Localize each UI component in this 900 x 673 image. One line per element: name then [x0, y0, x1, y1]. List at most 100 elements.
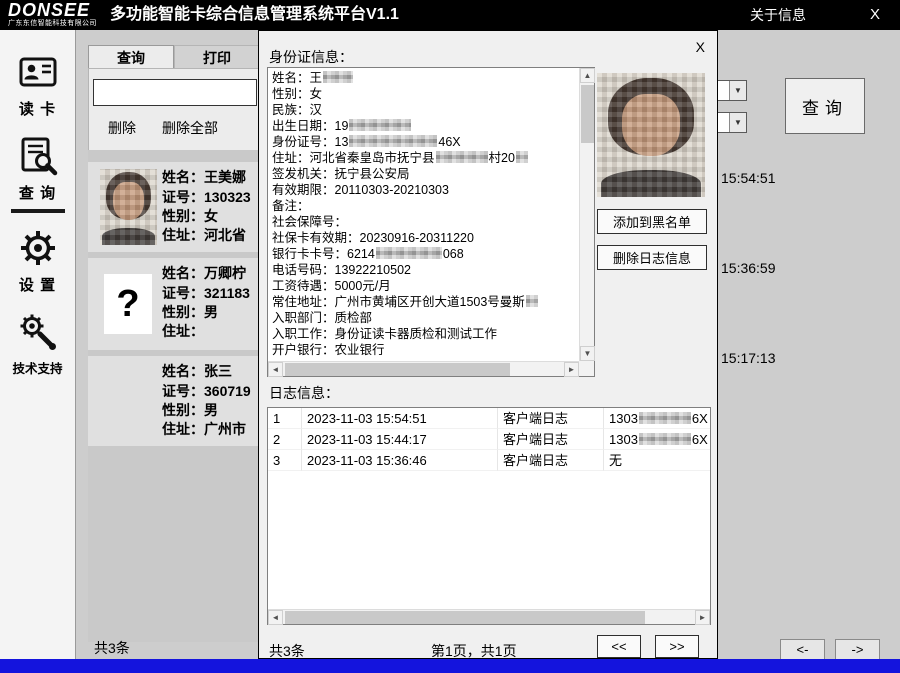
- scroll-left-icon[interactable]: ◄: [268, 610, 283, 625]
- scroll-right-icon[interactable]: ►: [564, 362, 579, 377]
- redacted-text: [639, 433, 691, 445]
- id-info-line: 住址：河北省秦皇岛市抚宁县村20: [272, 150, 576, 166]
- log-rows: 1 2023-11-03 15:54:51 客户端日志 13036X 2 202…: [268, 408, 710, 609]
- text-segment: 签发机关：抚宁县公安局: [272, 167, 410, 181]
- window-close-button[interactable]: X: [870, 0, 880, 30]
- dialog-close-button[interactable]: X: [696, 39, 705, 55]
- gender-label: 性别：: [162, 208, 204, 224]
- dropdown-arrow-icon[interactable]: ▼: [729, 113, 746, 132]
- active-item-indicator: [11, 209, 65, 213]
- next-record-button[interactable]: ->: [835, 639, 880, 660]
- gender-label: 性别：: [162, 304, 204, 320]
- text-segment: 入职部门：质检部: [272, 311, 372, 325]
- log-row[interactable]: 3 2023-11-03 15:36:46 客户端日志 无: [268, 450, 710, 471]
- window-title: 多功能智能卡综合信息管理系统平台V1.1: [110, 0, 399, 30]
- delete-button[interactable]: 删除: [97, 117, 147, 139]
- id-info-line: 工资待遇：5000元/月: [272, 278, 576, 294]
- gender-value: 女: [204, 208, 218, 224]
- id-info-line: 性别：女: [272, 86, 576, 102]
- record-row[interactable]: 姓名：王美娜 证号：130323 性别：女 住址：河北省: [88, 162, 260, 252]
- sidebar-item-tech-support[interactable]: 技术支持: [0, 312, 75, 377]
- text-segment: 备注：: [272, 199, 310, 213]
- sidebar-item-label: 技术支持: [0, 358, 75, 377]
- text-segment: 民族：汉: [272, 103, 322, 117]
- tab-print[interactable]: 打印: [174, 45, 260, 69]
- log-row-time: 2023-11-03 15:36:46: [302, 450, 498, 471]
- donsee-logo: DONSEE 广东东信智能科技有限公司: [8, 1, 97, 28]
- name-value: 王美娜: [204, 169, 246, 185]
- prev-record-button[interactable]: <-: [780, 639, 825, 660]
- record-row[interactable]: 姓名：张三 证号：360719 性别：男 住址：广州市: [88, 356, 260, 446]
- scroll-up-icon[interactable]: ▲: [580, 68, 595, 83]
- sidebar-item-query[interactable]: 查 询: [0, 136, 75, 213]
- sidebar-item-settings[interactable]: 设 置: [0, 228, 75, 295]
- scrollbar-thumb[interactable]: [285, 363, 510, 376]
- scrollbar-thumb[interactable]: [581, 85, 594, 143]
- next-page-button[interactable]: >>: [655, 635, 699, 658]
- log-row[interactable]: 2 2023-11-03 15:44:17 客户端日志 13036X: [268, 429, 710, 450]
- gender-label: 性别：: [162, 402, 204, 418]
- text-segment: 6X: [692, 411, 708, 426]
- scroll-down-icon[interactable]: ▼: [580, 346, 595, 361]
- text-segment: 性别：女: [272, 87, 322, 101]
- record-read-time: 15:36:59: [721, 260, 776, 276]
- text-segment: 入职工作：身份证读卡器质检和测试工作: [272, 327, 497, 341]
- logo-subtext: 广东东信智能科技有限公司: [8, 20, 97, 28]
- id-info-line: 电话号码：13922210502: [272, 262, 576, 278]
- page-info: 第1页，共1页: [431, 641, 517, 661]
- id-info-line: 社保卡有效期：20230916-20311220: [272, 230, 576, 246]
- text-segment: 常住地址：广州市黄埔区开创大道1503号曼斯: [272, 295, 525, 309]
- id-info-line: 有效期限：20110303-20210303: [272, 182, 576, 198]
- record-read-time: 15:17:13: [721, 350, 776, 366]
- log-row[interactable]: 1 2023-11-03 15:54:51 客户端日志 13036X: [268, 408, 710, 429]
- sidebar-item-label: 查 询: [0, 182, 75, 203]
- log-row-index: 3: [268, 450, 302, 471]
- id-label: 证号：: [162, 285, 204, 301]
- scroll-left-icon[interactable]: ◄: [268, 362, 283, 377]
- vertical-scrollbar[interactable]: ▲ ▼: [579, 68, 594, 361]
- record-row[interactable]: ? 姓名：万卿柠 证号：321183 性别：男 住址：: [88, 258, 260, 350]
- name-label: 姓名：: [162, 169, 204, 185]
- log-row-time: 2023-11-03 15:54:51: [302, 408, 498, 429]
- id-info-line: 社会保障号：: [272, 214, 576, 230]
- id-label: 证号：: [162, 383, 204, 399]
- dropdown-arrow-icon[interactable]: ▼: [729, 81, 746, 100]
- id-info-textarea[interactable]: 姓名：王 性别：女 民族：汉 出生日期：19 身份证号：1346X 住址：河北省…: [267, 67, 595, 377]
- id-info-dialog: X 身份证信息： 姓名：王 性别：女 民族：汉 出生日期：19 身份证号：134…: [258, 30, 718, 659]
- gender-value: 男: [204, 304, 218, 320]
- log-horizontal-scrollbar[interactable]: ◄ ►: [268, 609, 710, 624]
- about-link[interactable]: 关于信息: [750, 0, 806, 30]
- text-segment: 社保卡有效期：20230916-20311220: [272, 231, 474, 245]
- text-segment: 有效期限：20110303-20210303: [272, 183, 449, 197]
- text-segment: 社会保障号：: [272, 215, 347, 229]
- log-row-card-no: 13036X: [604, 429, 710, 450]
- id-info-line: 银行卡卡号：6214068: [272, 246, 576, 262]
- record-total: 共3条: [94, 638, 130, 658]
- add-to-blacklist-button[interactable]: 添加到黑名单: [597, 209, 707, 234]
- scrollbar-thumb[interactable]: [285, 611, 645, 624]
- record-list: 姓名：王美娜 证号：130323 性别：女 住址：河北省 ? 姓名：万卿柠 证号…: [88, 150, 260, 642]
- mosaic-overlay: [100, 169, 157, 245]
- text-segment: 6X: [692, 432, 708, 447]
- query-button[interactable]: 查询: [785, 78, 865, 134]
- delete-log-button[interactable]: 删除日志信息: [597, 245, 707, 270]
- scrollbar-corner: [579, 361, 594, 376]
- gender-value: 男: [204, 402, 218, 418]
- redacted-text: [526, 295, 538, 307]
- redacted-text: [323, 71, 353, 83]
- prev-page-button[interactable]: <<: [597, 635, 641, 658]
- delete-all-button[interactable]: 删除全部: [151, 117, 229, 139]
- id-info-line: 常住地址：广州市黄埔区开创大道1503号曼斯: [272, 294, 576, 310]
- sidebar-item-read-card[interactable]: 读 卡: [0, 52, 75, 119]
- id-info-line: 身份证号：1346X: [272, 134, 576, 150]
- horizontal-scrollbar[interactable]: ◄ ►: [268, 361, 579, 376]
- scroll-right-icon[interactable]: ►: [695, 610, 710, 625]
- app-window: DONSEE 广东东信智能科技有限公司 多功能智能卡综合信息管理系统平台V1.1…: [0, 0, 900, 673]
- sidebar: 读 卡 查 询: [0, 30, 76, 659]
- name-value: 张三: [204, 363, 232, 379]
- text-segment: 开户银行：农业银行: [272, 343, 385, 357]
- search-input[interactable]: [93, 79, 257, 106]
- log-row-index: 1: [268, 408, 302, 429]
- tab-query[interactable]: 查询: [88, 45, 174, 69]
- name-label: 姓名：: [162, 363, 204, 379]
